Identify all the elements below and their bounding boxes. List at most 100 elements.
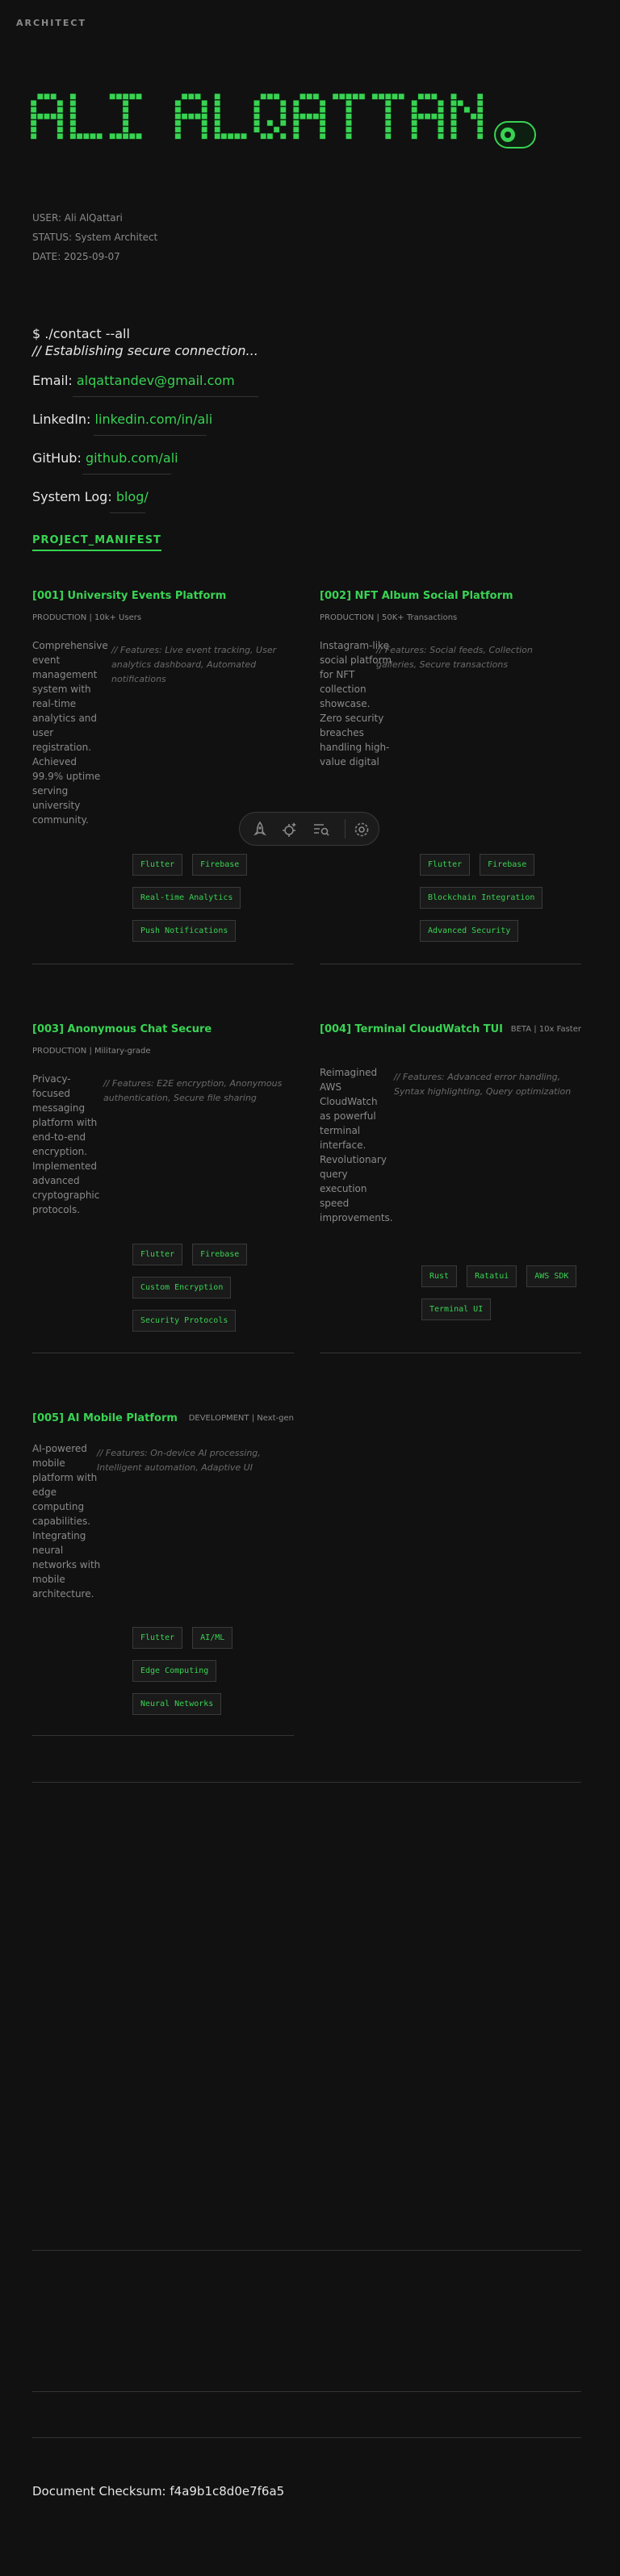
floating-toolbar (239, 812, 379, 846)
banner-pixel (201, 126, 208, 133)
banner-pixel (128, 93, 136, 100)
banner-pixel (136, 132, 142, 140)
tech-tag: Firebase (192, 854, 248, 876)
banner-pixel (438, 126, 444, 133)
banner-pixel (300, 93, 306, 100)
banner-pixel (346, 119, 352, 127)
banner-pixel (69, 107, 77, 113)
banner-pixel (384, 119, 392, 127)
banner-pixel (450, 99, 457, 107)
banner-pixel (266, 119, 274, 127)
banner-pixel (346, 113, 352, 120)
banner-pixel (31, 126, 37, 133)
banner-pixel (214, 113, 221, 120)
banner-pixel (195, 93, 201, 100)
banner-pixel (253, 113, 260, 120)
banner-pixel (44, 93, 50, 100)
settings-icon[interactable] (353, 821, 371, 838)
banner-pixel (214, 99, 221, 107)
banner-pixel (50, 93, 57, 100)
tech-tag: Advanced Security (420, 920, 519, 942)
project-title[interactable]: [003] Anonymous Chat Secure (32, 1023, 294, 1035)
banner-pixel (292, 126, 300, 133)
banner-pixel (174, 132, 182, 140)
contact-command: $ ./contact --all (32, 326, 130, 341)
banner-pixel (346, 132, 352, 140)
banner-pixel (476, 107, 483, 113)
banner-pixel (438, 113, 444, 120)
project-card[interactable]: [002] NFT Album Social Platform PRODUCTI… (320, 590, 581, 969)
banner-pixel (122, 99, 129, 107)
banner-pixel (300, 113, 306, 120)
theme-toggle[interactable] (494, 121, 536, 148)
banner-pixel (384, 113, 392, 120)
document-checksum: Document Checksum: f4a9b1c8d0e7f6a5 (32, 2484, 285, 2499)
banner-pixel (31, 99, 37, 107)
banner-pixel (319, 113, 326, 120)
blog-link[interactable]: blog/ (116, 489, 149, 504)
banner-pixel (201, 119, 208, 127)
email-link[interactable]: alqattandev@gmail.com (77, 373, 235, 388)
project-card[interactable]: [003] Anonymous Chat Secure PRODUCTION |… (32, 1023, 294, 1362)
project-features: // Features: Advanced error handling, Sy… (394, 1072, 572, 1097)
tech-tag: Firebase (480, 854, 535, 876)
banner-pixel (306, 93, 313, 100)
banner-pixel (292, 107, 300, 113)
divider (32, 1782, 581, 1783)
banner-pixel (273, 126, 280, 133)
banner-pixel (31, 132, 37, 140)
banner-pixel (201, 107, 208, 113)
sparkle-gear-icon[interactable] (280, 821, 298, 838)
banner-pixel (76, 132, 83, 140)
banner-pixel (470, 113, 477, 120)
banner-pixel (292, 132, 300, 140)
project-card[interactable]: [001] University Events Platform PRODUCT… (32, 590, 294, 969)
banner-pixel (312, 93, 320, 100)
tech-tag: Security Protocols (132, 1310, 237, 1332)
name-banner (31, 93, 483, 140)
linkedin-link[interactable]: linkedin.com/in/ali (95, 412, 213, 427)
banner-pixel (187, 113, 195, 120)
banner-pixel (96, 132, 103, 140)
project-card[interactable]: [004] Terminal CloudWatch TUI BETA | 10x… (320, 1023, 581, 1362)
banner-pixel (57, 119, 64, 127)
banner-pixel (273, 93, 280, 100)
banner-pixel (384, 132, 392, 140)
project-card[interactable]: [005] AI Mobile Platform DEVELOPMENT | N… (32, 1412, 294, 1751)
banner-pixel (214, 126, 221, 133)
banner-pixel (417, 113, 425, 120)
project-title[interactable]: [002] NFT Album Social Platform (320, 590, 581, 602)
banner-pixel (279, 107, 287, 113)
banner-pixel (450, 119, 457, 127)
banner-pixel (312, 113, 320, 120)
banner-pixel (438, 99, 444, 107)
banner-pixel (476, 119, 483, 127)
banner-pixel (227, 132, 234, 140)
banner-pixel (279, 99, 287, 107)
tech-tag: Ratatui (467, 1265, 517, 1287)
banner-pixel (411, 107, 418, 113)
banner-pixel (411, 132, 418, 140)
banner-pixel (187, 93, 195, 100)
banner-pixel (371, 93, 379, 100)
banner-pixel (136, 93, 142, 100)
divider (82, 474, 171, 475)
github-link[interactable]: github.com/ali (86, 450, 178, 466)
contact-github: GitHub: github.com/ali (32, 450, 258, 475)
banner-pixel (306, 113, 313, 120)
banner-pixel (450, 113, 457, 120)
project-title[interactable]: [001] University Events Platform (32, 590, 294, 602)
banner-pixel (69, 99, 77, 107)
banner-pixel (319, 132, 326, 140)
meta-user: USER: Ali AlQattari (32, 212, 123, 224)
list-search-icon[interactable] (312, 821, 330, 838)
banner-pixel (463, 107, 471, 113)
rocket-icon[interactable] (251, 821, 269, 838)
tech-tag: Neural Networks (132, 1693, 222, 1715)
banner-pixel (279, 119, 287, 127)
project-features: // Features: On-device AI processing, In… (97, 1448, 261, 1473)
banner-pixel (319, 119, 326, 127)
banner-pixel (319, 99, 326, 107)
banner-pixel (417, 93, 425, 100)
banner-pixel (69, 119, 77, 127)
